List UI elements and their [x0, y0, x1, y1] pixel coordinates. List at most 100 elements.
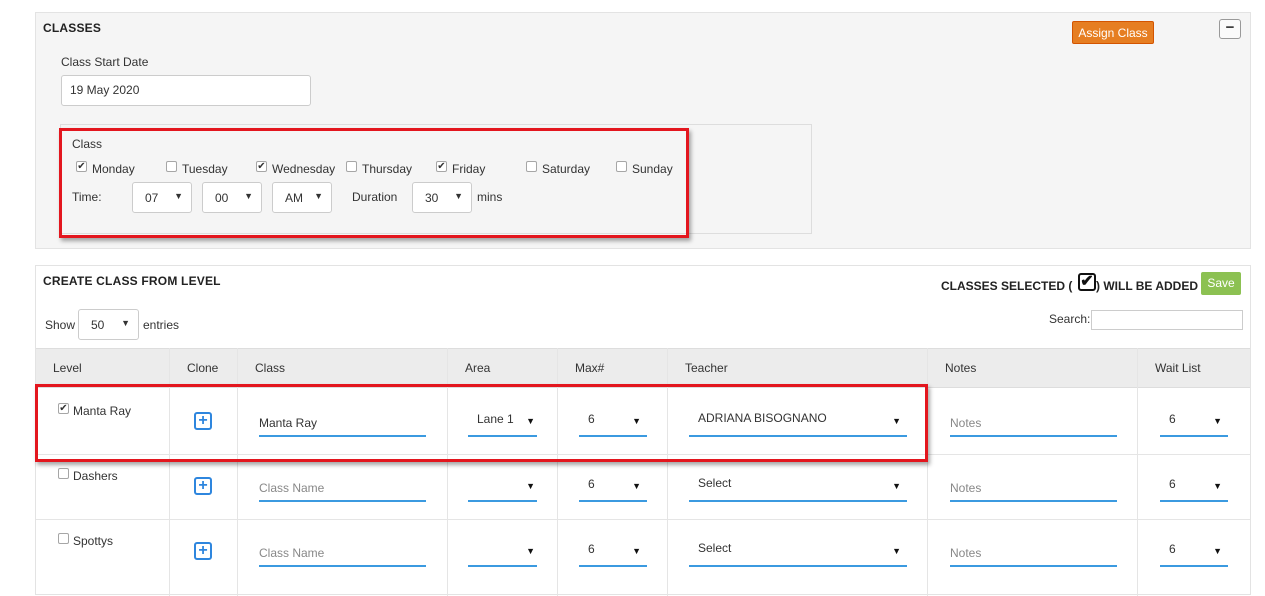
create-class-from-level-panel: CREATE CLASS FROM LEVEL CLASSES SELECTED… — [35, 265, 1251, 596]
max-select[interactable]: 6 ▼ — [579, 537, 647, 567]
chevron-down-icon: ▼ — [454, 191, 463, 201]
duration-label: Duration — [352, 190, 398, 204]
notes-input[interactable]: Notes — [950, 475, 1117, 502]
time-label: Time: — [72, 190, 102, 204]
friday-checkbox[interactable]: ✔ — [436, 161, 447, 172]
wait-list-select[interactable]: 6 ▼ — [1160, 537, 1228, 567]
area-select[interactable]: ▼ — [468, 472, 537, 502]
wednesday-label: Wednesday — [272, 162, 336, 176]
hour-select[interactable]: 07 ▼ — [132, 182, 192, 213]
chevron-down-icon: ▼ — [121, 318, 130, 328]
chevron-down-icon: ▼ — [632, 481, 641, 491]
saturday-label: Saturday — [542, 162, 591, 176]
wait-list-value: 6 — [1169, 412, 1176, 426]
row-checkbox[interactable] — [58, 533, 69, 544]
col-level[interactable]: Level — [53, 361, 82, 375]
classes-selected-text: CLASSES SELECTED ( — [941, 279, 1073, 293]
max-value: 6 — [588, 477, 595, 491]
classes-panel-title: CLASSES — [43, 21, 102, 35]
col-teacher[interactable]: Teacher — [685, 361, 728, 375]
class-name-placeholder: Class Name — [259, 546, 325, 560]
wait-list-select[interactable]: 6 ▼ — [1160, 472, 1228, 502]
minute-value: 00 — [215, 191, 229, 205]
ampm-select[interactable]: AM ▼ — [272, 182, 332, 213]
table-header: Level Clone Class Area Max# Teacher Note… — [36, 348, 1250, 388]
row-checkbox[interactable]: ✔ — [58, 403, 69, 414]
level-name: Spottys — [73, 534, 114, 548]
monday-checkbox[interactable]: ✔ — [76, 161, 87, 172]
divider — [557, 348, 558, 596]
divider — [927, 348, 928, 596]
class-label: Class — [72, 137, 103, 151]
class-name-input[interactable]: Class Name — [259, 475, 426, 502]
max-select[interactable]: 6 ▼ — [579, 407, 647, 437]
search-label: Search: — [1049, 312, 1091, 326]
area-select[interactable]: ▼ — [468, 537, 537, 567]
class-name-input[interactable]: Manta Ray — [259, 410, 426, 437]
row-divider — [36, 454, 1250, 455]
col-max[interactable]: Max# — [575, 361, 604, 375]
assign-class-button[interactable]: Assign Class — [1072, 21, 1154, 44]
chevron-down-icon: ▼ — [892, 481, 901, 491]
entries-select[interactable]: 50 ▼ — [78, 309, 139, 340]
saturday-checkbox[interactable] — [526, 161, 537, 172]
notes-placeholder: Notes — [950, 546, 982, 560]
area-select[interactable]: Lane 1 ▼ — [468, 407, 537, 437]
max-value: 6 — [588, 412, 595, 426]
row-checkbox[interactable] — [58, 468, 69, 479]
max-value: 6 — [588, 542, 595, 556]
start-date-label: Class Start Date — [61, 55, 149, 69]
clone-plus-icon[interactable]: + — [194, 542, 212, 560]
teacher-select[interactable]: Select ▼ — [689, 472, 907, 502]
divider — [667, 348, 668, 596]
start-date-input[interactable]: 19 May 2020 — [61, 75, 311, 106]
thursday-label: Thursday — [362, 162, 413, 176]
col-wait-list[interactable]: Wait List — [1155, 361, 1201, 375]
notes-placeholder: Notes — [950, 481, 982, 495]
wednesday-checkbox[interactable]: ✔ — [256, 161, 267, 172]
chevron-down-icon: ▼ — [174, 191, 183, 201]
clone-plus-icon[interactable]: + — [194, 412, 212, 430]
col-notes[interactable]: Notes — [945, 361, 976, 375]
chevron-down-icon: ▼ — [244, 191, 253, 201]
sunday-checkbox[interactable] — [616, 161, 627, 172]
chevron-down-icon: ▼ — [526, 416, 535, 426]
will-be-added-text: ) WILL BE ADDED — [1096, 279, 1198, 293]
entries-value: 50 — [91, 318, 105, 332]
chevron-down-icon: ▼ — [526, 481, 535, 491]
friday-label: Friday — [452, 162, 486, 176]
teacher-select[interactable]: ADRIANA BISOGNANO ▼ — [689, 407, 907, 437]
hour-value: 07 — [145, 191, 159, 205]
notes-input[interactable]: Notes — [950, 540, 1117, 567]
minute-select[interactable]: 00 ▼ — [202, 182, 262, 213]
chevron-down-icon: ▼ — [314, 191, 323, 201]
teacher-value: ADRIANA BISOGNANO — [698, 411, 827, 425]
thursday-checkbox[interactable] — [346, 161, 357, 172]
col-area[interactable]: Area — [465, 361, 490, 375]
save-button[interactable]: Save — [1201, 272, 1241, 295]
max-select[interactable]: 6 ▼ — [579, 472, 647, 502]
class-name-input[interactable]: Class Name — [259, 540, 426, 567]
chevron-down-icon: ▼ — [526, 546, 535, 556]
teacher-value: Select — [698, 476, 732, 490]
area-value: Lane 1 — [477, 412, 514, 426]
chevron-down-icon: ▼ — [632, 416, 641, 426]
collapse-button[interactable]: − — [1219, 19, 1241, 39]
monday-label: Monday — [92, 162, 135, 176]
clone-plus-icon[interactable]: + — [194, 477, 212, 495]
chevron-down-icon: ▼ — [892, 546, 901, 556]
duration-value: 30 — [425, 191, 439, 205]
check-icon: ✔ — [1078, 273, 1096, 291]
col-clone[interactable]: Clone — [187, 361, 218, 375]
col-class[interactable]: Class — [255, 361, 285, 375]
wait-list-value: 6 — [1169, 477, 1176, 491]
notes-input[interactable]: Notes — [950, 410, 1117, 437]
teacher-select[interactable]: Select ▼ — [689, 537, 907, 567]
chevron-down-icon: ▼ — [1213, 416, 1222, 426]
tuesday-checkbox[interactable] — [166, 161, 177, 172]
search-input[interactable] — [1091, 310, 1243, 330]
wait-list-select[interactable]: 6 ▼ — [1160, 407, 1228, 437]
duration-select[interactable]: 30 ▼ — [412, 182, 472, 213]
chevron-down-icon: ▼ — [1213, 546, 1222, 556]
divider — [169, 348, 170, 596]
